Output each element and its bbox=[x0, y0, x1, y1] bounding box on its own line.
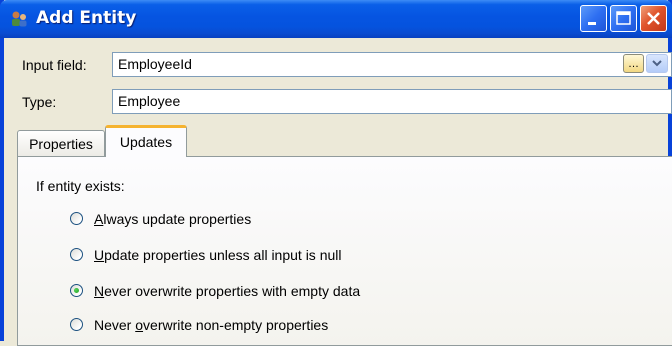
radio-button[interactable] bbox=[70, 318, 83, 331]
radio-button[interactable] bbox=[70, 248, 83, 261]
maximize-button[interactable] bbox=[610, 5, 637, 32]
maximize-icon bbox=[616, 11, 631, 25]
title-bar[interactable]: Add Entity bbox=[0, 0, 672, 38]
radio-button-checked[interactable] bbox=[70, 284, 83, 297]
radio-label: Never overwrite properties with empty da… bbox=[94, 282, 360, 300]
ellipsis-icon: … bbox=[628, 58, 639, 70]
close-button[interactable] bbox=[640, 5, 667, 32]
label-text: pdate properties unless all input is nul… bbox=[104, 247, 342, 263]
type-value: Employee bbox=[118, 93, 181, 109]
input-field-label: Input field: bbox=[22, 57, 87, 73]
mnemonic: U bbox=[94, 247, 105, 263]
close-icon bbox=[647, 12, 660, 25]
mnemonic: o bbox=[135, 317, 144, 333]
radio-label: Update properties unless all input is nu… bbox=[94, 246, 342, 264]
radio-never-overwrite-nonempty[interactable]: Never overwrite non-empty properties bbox=[70, 316, 370, 334]
app-icon bbox=[12, 11, 27, 27]
radio-always-update[interactable]: Always update properties bbox=[70, 210, 300, 228]
input-field-value: EmployeeId bbox=[118, 56, 192, 72]
minimize-button[interactable] bbox=[580, 5, 607, 32]
mnemonic: N bbox=[94, 283, 105, 299]
radio-checked-dot bbox=[74, 288, 79, 293]
type-field[interactable]: Employee bbox=[112, 89, 672, 114]
radio-label: Always update properties bbox=[94, 210, 251, 228]
browse-button[interactable]: … bbox=[623, 54, 644, 73]
type-label: Type: bbox=[22, 94, 57, 110]
input-field-dropdown-button[interactable] bbox=[646, 54, 668, 73]
radio-update-unless-null[interactable]: Update properties unless all input is nu… bbox=[70, 246, 410, 264]
minimize-icon bbox=[588, 22, 596, 25]
radio-never-overwrite-empty[interactable]: Never overwrite properties with empty da… bbox=[70, 282, 410, 300]
label-text: ever overwrite properties with empty dat… bbox=[104, 283, 361, 299]
label-prefix: Never bbox=[94, 317, 136, 333]
radio-label: Never overwrite non-empty properties bbox=[94, 316, 328, 334]
add-entity-dialog: Add Entity Input field: EmployeeId … Typ… bbox=[0, 0, 672, 346]
if-entity-exists-label: If entity exists: bbox=[36, 178, 125, 194]
chevron-down-icon bbox=[652, 60, 662, 67]
window-title: Add Entity bbox=[36, 8, 137, 28]
tab-properties[interactable]: Properties bbox=[17, 130, 105, 156]
mnemonic: A bbox=[94, 211, 104, 227]
label-text: lways update properties bbox=[103, 211, 252, 227]
label-text: verwrite non-empty properties bbox=[143, 317, 329, 333]
input-field-combobox[interactable]: EmployeeId bbox=[112, 52, 672, 77]
radio-button[interactable] bbox=[70, 212, 83, 225]
tab-updates[interactable]: Updates bbox=[105, 125, 187, 157]
